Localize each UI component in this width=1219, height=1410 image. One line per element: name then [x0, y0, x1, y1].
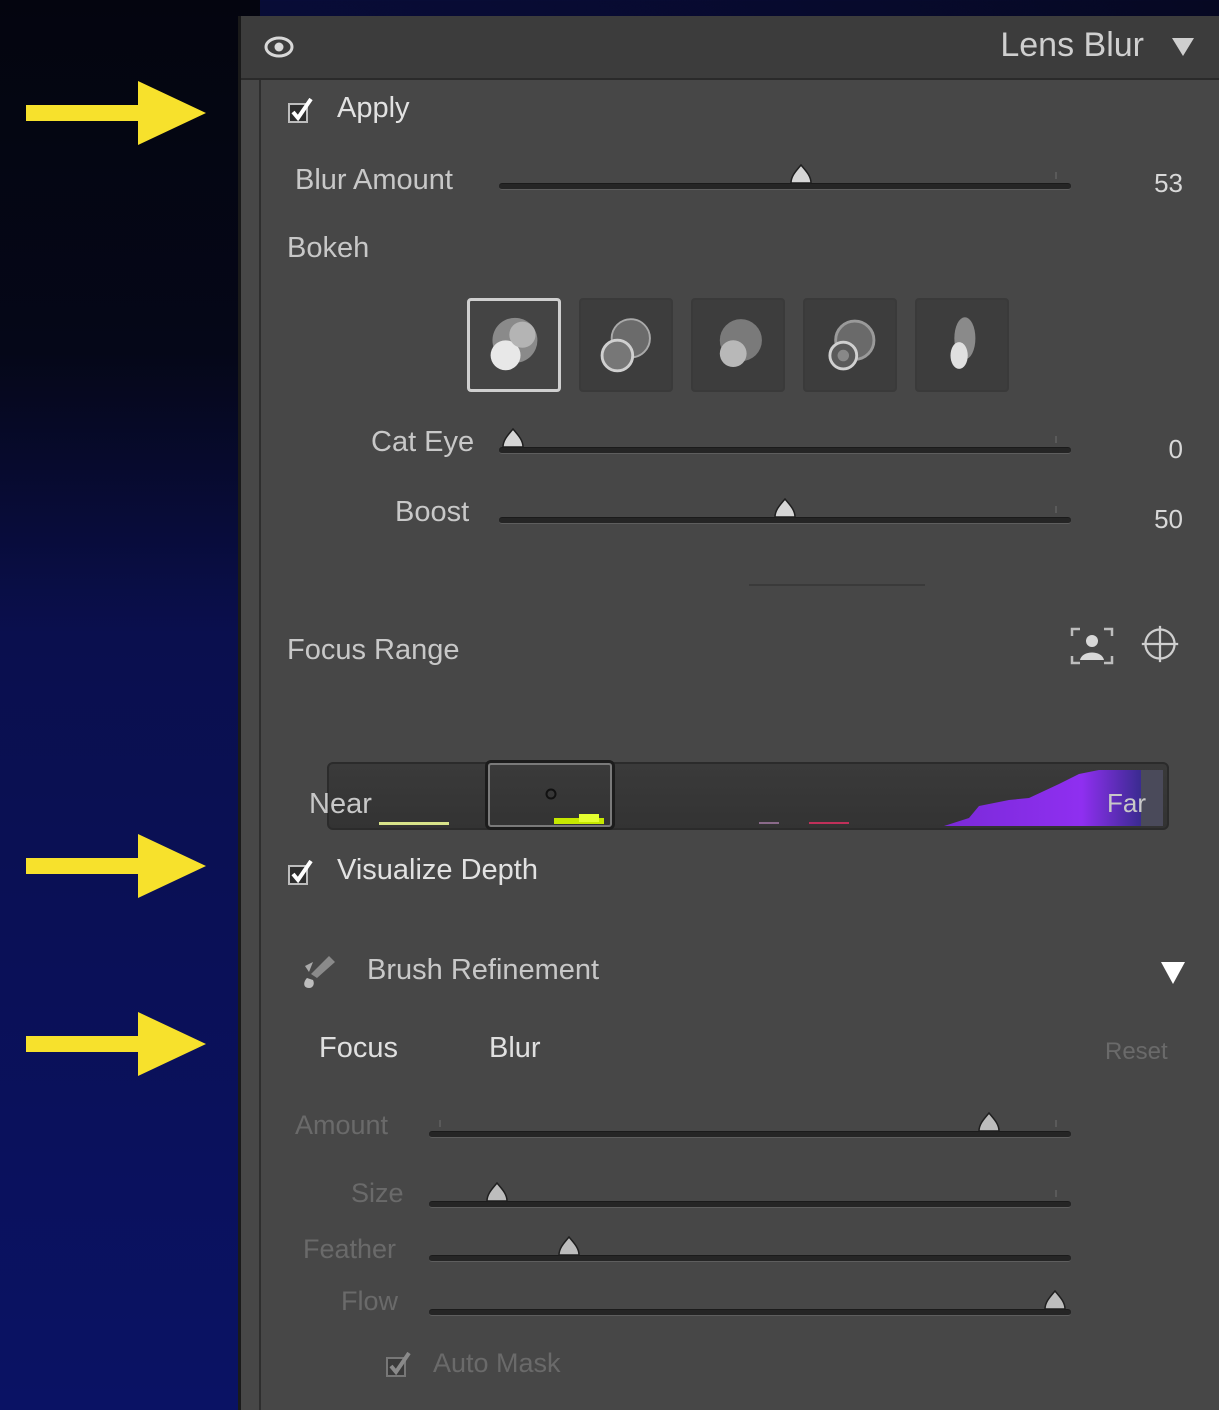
panel-header[interactable]: Lens Blur [241, 16, 1219, 80]
panel-title: Lens Blur [1000, 26, 1144, 64]
slider-thumb[interactable] [977, 1112, 1001, 1136]
slider-thumb[interactable] [773, 498, 797, 522]
boost-slider[interactable] [499, 498, 1071, 528]
reset-button[interactable]: Reset [1105, 1038, 1168, 1066]
focus-range-handle[interactable] [485, 760, 615, 830]
slider-thumb[interactable] [789, 164, 813, 188]
bokeh-circle-icon [490, 317, 538, 371]
background [0, 0, 260, 1410]
tab-focus[interactable]: Focus [319, 1032, 398, 1065]
cat-eye-label: Cat Eye [371, 426, 475, 458]
cat-eye-slider[interactable] [499, 428, 1071, 458]
far-label: Far [1107, 788, 1146, 818]
point-focus-icon[interactable] [1137, 624, 1183, 664]
bokeh-bubble-button[interactable] [579, 298, 673, 392]
tab-blur[interactable]: Blur [489, 1032, 541, 1065]
blur-amount-value[interactable]: 53 [1123, 168, 1183, 199]
brush-flow-slider[interactable] [429, 1290, 1071, 1320]
depth-histogram [379, 770, 1163, 826]
annotation-arrow-apply [26, 81, 206, 145]
brush-amount-label: Amount [295, 1110, 389, 1140]
eye-icon[interactable] [263, 34, 295, 60]
brush-refinement-collapse-icon[interactable] [1159, 960, 1187, 986]
bokeh-ring-icon [828, 319, 876, 371]
brush-feather-label: Feather [303, 1234, 397, 1264]
auto-mask-label: Auto Mask [433, 1348, 561, 1378]
apply-label: Apply [337, 92, 410, 124]
bokeh-blade-icon [719, 319, 762, 368]
brush-size-slider[interactable] [429, 1182, 1071, 1212]
visualize-depth-checkbox[interactable] [287, 860, 313, 886]
bokeh-cat-eye-button[interactable] [915, 298, 1009, 392]
bokeh-cat-eye-icon [950, 317, 976, 369]
collapse-triangle-icon[interactable] [1170, 36, 1196, 58]
brush-amount-slider[interactable] [429, 1112, 1071, 1142]
bokeh-blade-button[interactable] [691, 298, 785, 392]
focus-center-dot [545, 788, 557, 800]
cat-eye-value[interactable]: 0 [1123, 434, 1183, 465]
slider-thumb[interactable] [485, 1182, 509, 1206]
focus-range-label: Focus Range [287, 634, 460, 666]
slider-thumb[interactable] [501, 428, 525, 452]
visualize-depth-label: Visualize Depth [337, 854, 538, 886]
brush-size-label: Size [351, 1178, 404, 1208]
near-label: Near [309, 788, 372, 820]
bokeh-label: Bokeh [287, 232, 370, 264]
subject-focus-icon[interactable] [1069, 626, 1115, 666]
bokeh-ring-button[interactable] [803, 298, 897, 392]
boost-value[interactable]: 50 [1123, 504, 1183, 535]
panel-body: Apply Blur Amount 53 Bokeh Cat Eye 0 Boo… [259, 80, 1219, 1410]
blur-amount-label: Blur Amount [295, 164, 453, 196]
brush-feather-slider[interactable] [429, 1236, 1071, 1266]
section-divider [749, 584, 925, 586]
apply-checkbox[interactable] [287, 98, 313, 124]
boost-label: Boost [395, 496, 470, 528]
annotation-arrow-visualize-depth [26, 834, 206, 898]
brush-icon [304, 956, 335, 988]
auto-mask-checkbox[interactable] [385, 1352, 411, 1378]
slider-thumb[interactable] [557, 1236, 581, 1260]
blur-amount-slider[interactable] [499, 164, 1071, 194]
bokeh-circle-button[interactable] [467, 298, 561, 392]
focus-range-graph[interactable] [327, 762, 1169, 830]
slider-thumb[interactable] [1043, 1290, 1067, 1314]
bokeh-bubble-icon [600, 318, 651, 373]
brush-refinement-label: Brush Refinement [367, 954, 600, 986]
lens-blur-panel: Lens Blur Apply Blur Amount 53 Bokeh Cat… [238, 16, 1219, 1410]
brush-flow-label: Flow [341, 1286, 399, 1316]
annotation-arrow-brush-refinement [26, 1012, 206, 1076]
